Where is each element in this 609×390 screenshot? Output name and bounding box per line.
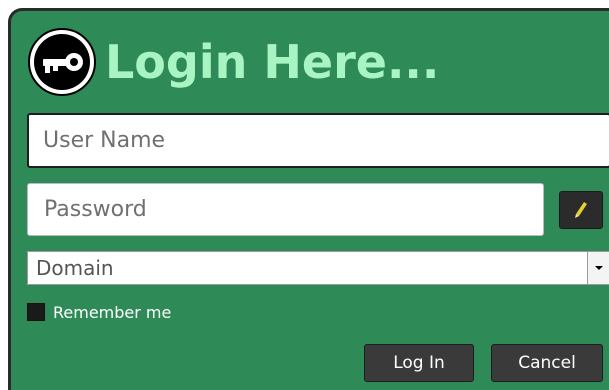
pencil-icon — [575, 202, 587, 218]
remember-me-label: Remember me — [53, 302, 172, 322]
edit-password-button[interactable] — [559, 191, 603, 229]
remember-me-row: Remember me — [27, 301, 171, 323]
key-icon — [28, 28, 96, 96]
login-panel: Login Here... Domain Remember me Log In … — [8, 8, 609, 390]
password-field[interactable] — [27, 183, 544, 236]
domain-selected-value: Domain — [36, 256, 114, 280]
username-field[interactable] — [27, 113, 609, 168]
login-button[interactable]: Log In — [364, 344, 474, 382]
page-title: Login Here... — [105, 35, 440, 89]
cancel-button[interactable]: Cancel — [491, 344, 603, 382]
remember-me-checkbox[interactable] — [27, 303, 45, 321]
header: Login Here... — [27, 25, 439, 99]
domain-select[interactable]: Domain — [27, 251, 609, 285]
chevron-down-icon[interactable] — [587, 252, 609, 284]
